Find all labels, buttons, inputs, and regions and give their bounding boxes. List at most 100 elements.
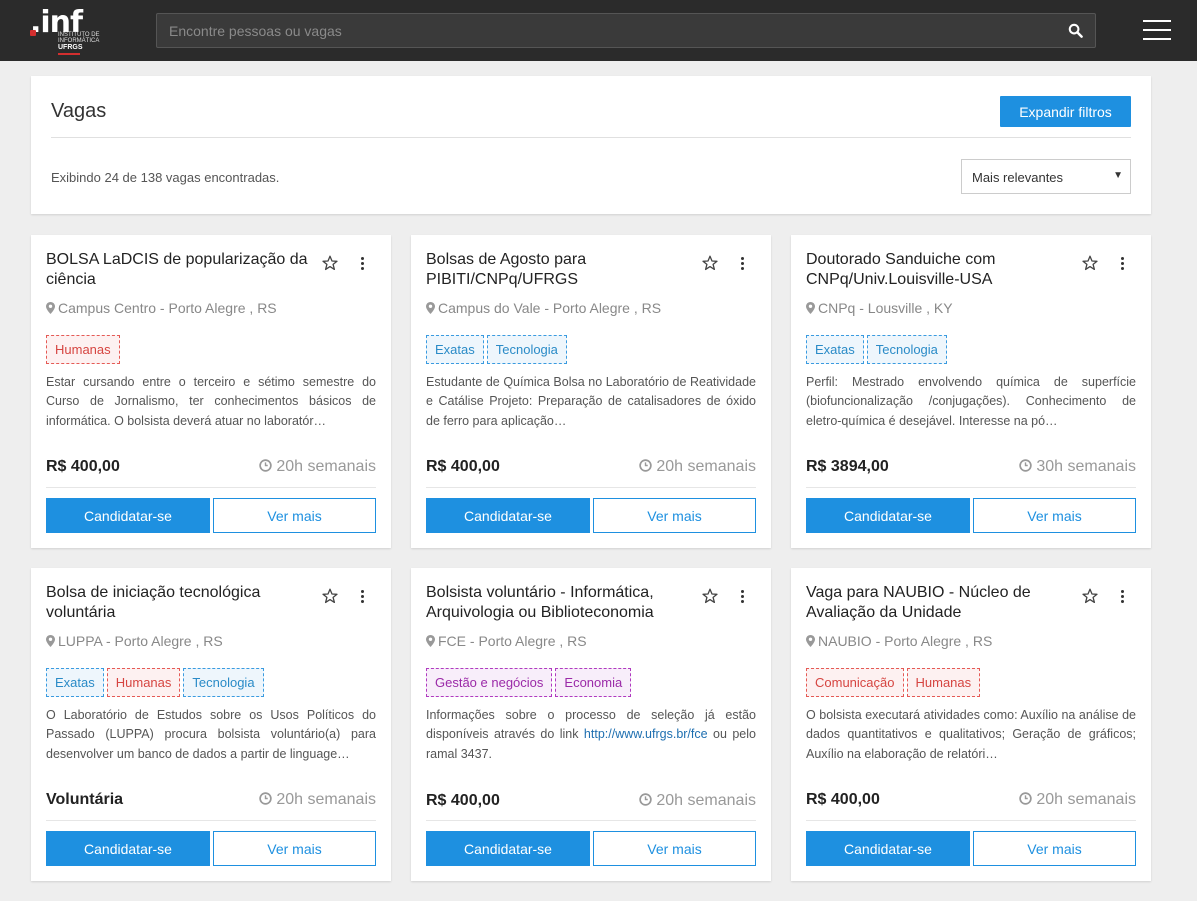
clock-icon bbox=[259, 792, 273, 805]
view-more-button[interactable]: Ver mais bbox=[973, 498, 1136, 533]
category-tag[interactable]: Humanas bbox=[106, 668, 181, 697]
job-title[interactable]: Vaga para NAUBIO - Núcleo de Avaliação d… bbox=[806, 583, 1076, 623]
job-location: Campus do Vale - Porto Alegre , RS bbox=[426, 300, 661, 316]
category-tag[interactable]: Tecnologia bbox=[183, 668, 264, 697]
job-description: Estudante de Química Bolsa no Laboratóri… bbox=[426, 375, 756, 428]
job-card: Bolsista voluntário - Informática, Arqui… bbox=[411, 568, 771, 881]
apply-button[interactable]: Candidatar-se bbox=[46, 498, 210, 533]
category-tag[interactable]: Exatas bbox=[46, 668, 104, 697]
category-tag[interactable]: Tecnologia bbox=[486, 335, 567, 364]
job-stipend: R$ 3894,00 bbox=[806, 458, 889, 475]
logo-red-dot bbox=[30, 30, 36, 36]
job-title[interactable]: Bolsa de iniciação tecnológica voluntári… bbox=[46, 583, 316, 623]
star-favorite-icon[interactable] bbox=[322, 255, 338, 271]
job-hours: 20h semanais bbox=[639, 792, 756, 810]
category-tag[interactable]: Exatas bbox=[426, 335, 484, 364]
search-input[interactable] bbox=[157, 14, 1057, 47]
category-tag[interactable]: Gestão e negócios bbox=[426, 668, 553, 697]
apply-button[interactable]: Candidatar-se bbox=[46, 831, 210, 866]
job-tags: Exatas Tecnologia bbox=[426, 335, 570, 364]
job-stipend: R$ 400,00 bbox=[426, 792, 500, 809]
description-link[interactable]: http://www.ufrgs.br/fce bbox=[584, 727, 708, 741]
card-divider bbox=[806, 820, 1136, 821]
inf-ufrgs-logo[interactable]: .inf INSTITUTO DE INFORMÁTICA UFRGS bbox=[30, 5, 120, 55]
job-description: O bolsista executará atividades como: Au… bbox=[806, 708, 1136, 761]
clock-icon bbox=[1019, 792, 1033, 805]
hamburger-menu-icon[interactable] bbox=[1143, 20, 1171, 40]
job-location-text: Campus do Vale - Porto Alegre , RS bbox=[438, 300, 662, 316]
job-hours: 20h semanais bbox=[639, 458, 756, 476]
job-hours-text: 20h semanais bbox=[656, 792, 756, 809]
job-stipend: R$ 400,00 bbox=[806, 791, 880, 808]
map-pin-icon bbox=[426, 302, 435, 314]
job-card: Bolsas de Agosto para PIBITI/CNPq/UFRGS … bbox=[411, 235, 771, 548]
apply-button[interactable]: Candidatar-se bbox=[426, 831, 590, 866]
job-title[interactable]: BOLSA LaDCIS de popularização da ciência bbox=[46, 250, 316, 290]
apply-button[interactable]: Candidatar-se bbox=[426, 498, 590, 533]
view-more-button[interactable]: Ver mais bbox=[593, 498, 756, 533]
clock-icon bbox=[259, 459, 273, 472]
more-options-icon[interactable] bbox=[736, 589, 748, 605]
search-icon[interactable] bbox=[1068, 23, 1083, 38]
job-location-text: Campus Centro - Porto Alegre , RS bbox=[58, 300, 277, 316]
more-options-icon[interactable] bbox=[356, 256, 368, 272]
job-hours-text: 20h semanais bbox=[276, 791, 376, 808]
logo-underline bbox=[58, 53, 80, 55]
star-favorite-icon[interactable] bbox=[322, 588, 338, 604]
apply-button[interactable]: Candidatar-se bbox=[806, 831, 970, 866]
job-hours: 30h semanais bbox=[1019, 458, 1136, 476]
job-location: NAUBIO - Porto Alegre , RS bbox=[806, 633, 992, 649]
job-location: Campus Centro - Porto Alegre , RS bbox=[46, 300, 277, 316]
job-description: Estar cursando entre o terceiro e sétimo… bbox=[46, 375, 376, 428]
job-title[interactable]: Bolsas de Agosto para PIBITI/CNPq/UFRGS bbox=[426, 250, 696, 290]
category-tag[interactable]: Humanas bbox=[906, 668, 981, 697]
job-tags: Gestão e negócios Economia bbox=[426, 668, 634, 697]
star-favorite-icon[interactable] bbox=[1082, 255, 1098, 271]
more-options-icon[interactable] bbox=[736, 256, 748, 272]
more-options-icon[interactable] bbox=[356, 589, 368, 605]
view-more-button[interactable]: Ver mais bbox=[973, 831, 1136, 866]
job-stipend: Voluntária bbox=[46, 791, 124, 808]
clock-icon bbox=[639, 459, 653, 472]
job-card: Vaga para NAUBIO - Núcleo de Avaliação d… bbox=[791, 568, 1151, 881]
job-location: CNPq - Lousville , KY bbox=[806, 300, 953, 316]
category-tag[interactable]: Exatas bbox=[806, 335, 864, 364]
view-more-button[interactable]: Ver mais bbox=[213, 498, 376, 533]
clock-icon bbox=[639, 793, 653, 806]
job-hours-text: 20h semanais bbox=[1036, 791, 1136, 808]
map-pin-icon bbox=[46, 635, 55, 647]
category-tag[interactable]: Tecnologia bbox=[866, 335, 947, 364]
view-more-button[interactable]: Ver mais bbox=[593, 831, 756, 866]
card-divider bbox=[426, 487, 756, 488]
sort-select[interactable]: Mais relevantes ▼ bbox=[961, 159, 1131, 194]
star-favorite-icon[interactable] bbox=[702, 588, 718, 604]
job-title[interactable]: Doutorado Sanduiche com CNPq/Univ.Louisv… bbox=[806, 250, 1076, 290]
caret-down-icon: ▼ bbox=[1113, 170, 1123, 181]
job-description: Informações sobre o processo de seleção … bbox=[426, 708, 756, 761]
expand-filters-button[interactable]: Expandir filtros bbox=[1000, 96, 1131, 127]
map-pin-icon bbox=[806, 635, 815, 647]
page-title: Vagas bbox=[51, 100, 107, 122]
card-divider bbox=[46, 820, 376, 821]
job-tags: Exatas Tecnologia bbox=[806, 335, 950, 364]
star-favorite-icon[interactable] bbox=[1082, 588, 1098, 604]
view-more-button[interactable]: Ver mais bbox=[213, 831, 376, 866]
category-tag[interactable]: Comunicação bbox=[806, 668, 904, 697]
job-stipend: R$ 400,00 bbox=[46, 458, 120, 475]
more-options-icon[interactable] bbox=[1116, 589, 1128, 605]
job-location-text: CNPq - Lousville , KY bbox=[818, 300, 953, 316]
star-favorite-icon[interactable] bbox=[702, 255, 718, 271]
job-location: LUPPA - Porto Alegre , RS bbox=[46, 633, 223, 649]
map-pin-icon bbox=[46, 302, 55, 314]
more-options-icon[interactable] bbox=[1116, 256, 1128, 272]
job-hours: 20h semanais bbox=[259, 458, 376, 476]
logo-subtitle: INSTITUTO DE INFORMÁTICA bbox=[58, 32, 100, 44]
card-divider bbox=[46, 487, 376, 488]
category-tag[interactable]: Economia bbox=[555, 668, 632, 697]
apply-button[interactable]: Candidatar-se bbox=[806, 498, 970, 533]
search-bar bbox=[156, 13, 1096, 48]
job-card: Doutorado Sanduiche com CNPq/Univ.Louisv… bbox=[791, 235, 1151, 548]
job-title[interactable]: Bolsista voluntário - Informática, Arqui… bbox=[426, 583, 696, 623]
category-tag[interactable]: Humanas bbox=[46, 335, 120, 364]
jobs-header-panel: Vagas Expandir filtros Exibindo 24 de 13… bbox=[31, 76, 1151, 214]
